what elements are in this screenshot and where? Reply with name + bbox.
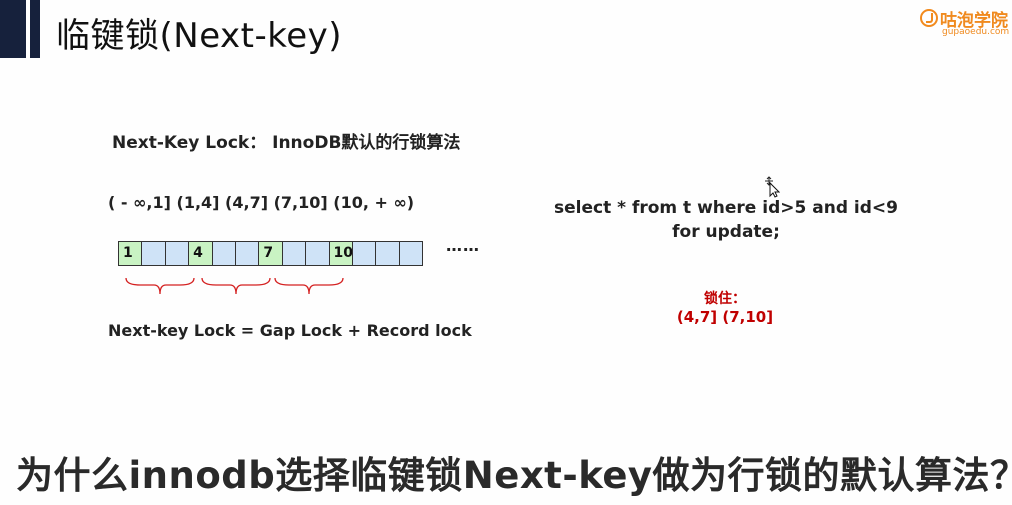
brand-logo-url: gupaoedu.com [942, 27, 1010, 37]
sql-line: select * from t where id>5 and id<9 [554, 198, 898, 218]
record-cell: 7 [258, 241, 283, 266]
gap-cell [351, 241, 377, 266]
record-cell: 4 [188, 241, 213, 266]
brace [274, 277, 344, 295]
slide: 临键锁(Next-key) 咕泡学院 gupaoedu.com Next-Key… [0, 0, 1012, 505]
video-subtitle: 为什么innodb选择临键锁Next-key做为行锁的默认算法？ [16, 454, 1012, 497]
gap-cell [398, 241, 424, 266]
lock-formula: Next-key Lock = Gap Lock + Record lock [108, 321, 472, 340]
record-cell: 10 [328, 241, 353, 266]
brace [201, 277, 271, 295]
interval-braces [125, 277, 344, 295]
interval-list: ( - ∞,1] (1,4] (4,7] (7,10] (10, + ∞) [108, 193, 415, 212]
record-cell: 1 [118, 241, 143, 266]
title-bar-block [30, 0, 40, 58]
move-cursor-icon [765, 176, 780, 198]
gap-cell [164, 241, 190, 266]
slide-title: 临键锁(Next-key) [56, 16, 343, 56]
title-bar-block [0, 0, 26, 58]
slide-heading: Next-Key Lock： InnoDB默认的行锁算法 [112, 133, 461, 153]
brace [125, 277, 195, 295]
title-bar-decoration [0, 0, 40, 60]
lock-label: 锁住： [704, 291, 746, 307]
index-cells: 1 4 7 10 [118, 241, 424, 266]
gap-cell [281, 241, 307, 266]
brand-logo: 咕泡学院 gupaoedu.com [920, 6, 1012, 38]
lock-ranges: (4,7] (7,10] [676, 308, 774, 326]
gap-cell [211, 241, 236, 266]
gap-cell [234, 241, 260, 266]
sql-line: for update; [672, 222, 780, 242]
brand-logo-icon [920, 9, 938, 27]
gap-cell [141, 241, 166, 266]
gap-cell [375, 241, 400, 266]
sql-statement: select * from t where id>5 and id<9 for … [540, 196, 912, 244]
gap-cell [305, 241, 330, 266]
cells-ellipsis: …… [446, 236, 480, 255]
